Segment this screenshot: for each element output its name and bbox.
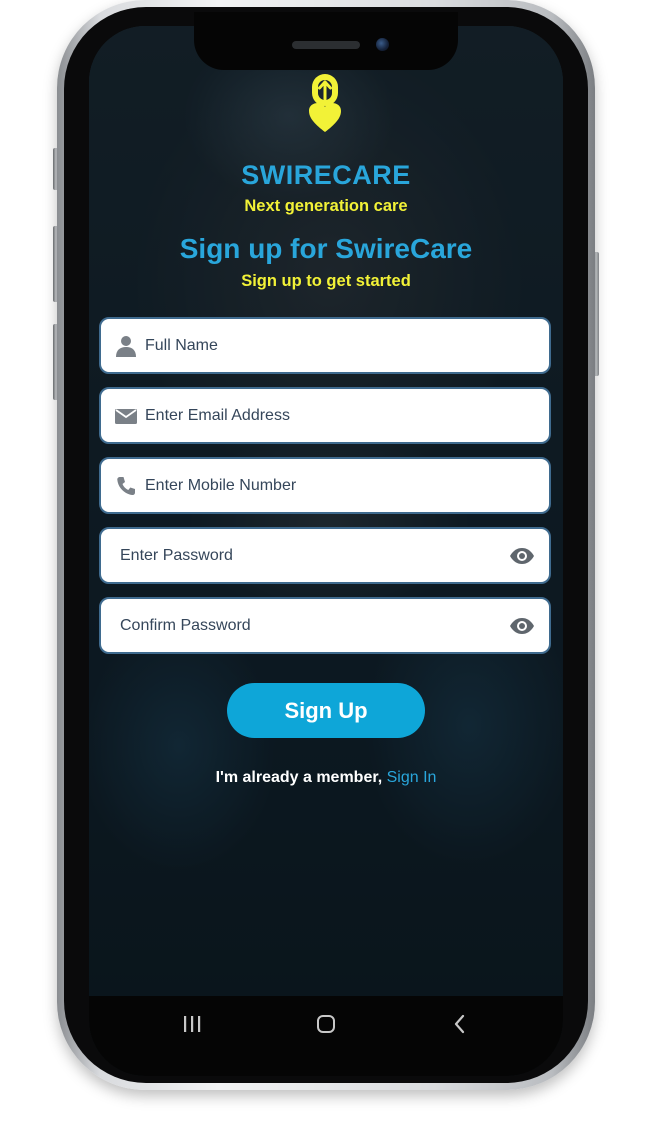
envelope-icon xyxy=(115,408,137,424)
confirm-password-field[interactable]: Confirm Password xyxy=(99,597,551,654)
brand-name: SWIRECARE xyxy=(241,160,411,190)
recent-apps-icon[interactable] xyxy=(181,1013,203,1035)
sign-up-button[interactable]: Sign Up xyxy=(227,683,425,738)
mobile-placeholder: Enter Mobile Number xyxy=(145,476,297,494)
eye-icon[interactable] xyxy=(509,547,535,565)
page-title: Sign up for SwireCare xyxy=(179,233,473,264)
password-field[interactable]: Enter Password xyxy=(99,527,551,584)
mobile-field[interactable]: Enter Mobile Number xyxy=(99,457,551,514)
sign-in-link[interactable]: Sign In xyxy=(387,769,437,786)
email-placeholder: Enter Email Address xyxy=(145,406,290,424)
email-field[interactable]: Enter Email Address xyxy=(99,387,551,444)
person-icon xyxy=(116,335,136,357)
swirecare-logo-icon xyxy=(309,74,341,132)
home-icon[interactable] xyxy=(315,1013,337,1035)
confirm-password-placeholder: Confirm Password xyxy=(120,616,251,634)
already-member-text: I'm already a member, xyxy=(215,769,383,786)
full-name-field[interactable]: Full Name xyxy=(99,317,551,374)
page-subtitle: Sign up to get started xyxy=(241,272,411,290)
back-icon[interactable] xyxy=(449,1013,471,1035)
phone-icon xyxy=(117,476,135,495)
brand-tagline: Next generation care xyxy=(244,197,408,215)
password-placeholder: Enter Password xyxy=(120,546,233,564)
full-name-placeholder: Full Name xyxy=(145,336,218,354)
eye-icon[interactable] xyxy=(509,617,535,635)
already-member-row: I'm already a member, Sign In xyxy=(89,769,563,787)
signup-page: SWIRECARE Next generation care Sign up f… xyxy=(0,0,652,1122)
